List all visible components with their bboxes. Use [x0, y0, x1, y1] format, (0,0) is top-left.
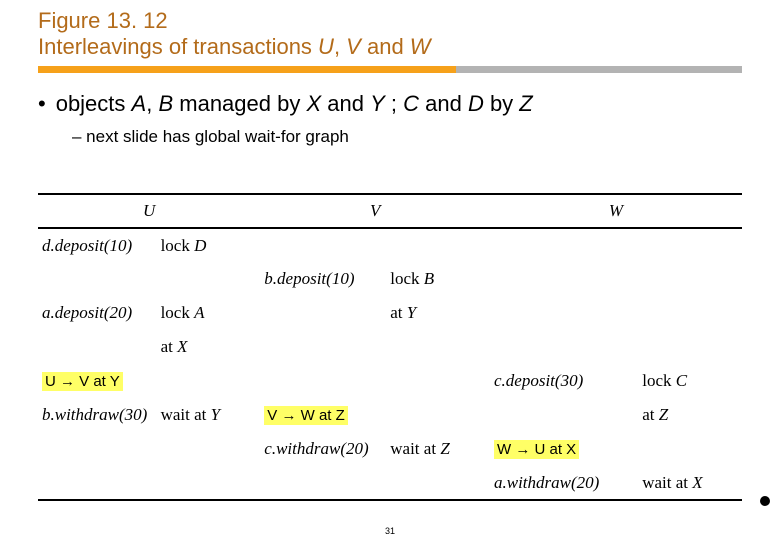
bullet-by: by — [484, 91, 519, 116]
title-block: Figure 13. 12 Interleavings of transacti… — [38, 8, 742, 60]
cell: lock C — [638, 364, 742, 398]
table-header-row: U V W — [38, 194, 742, 228]
bullet-and2: and — [419, 91, 468, 116]
cell: at X — [157, 330, 261, 364]
table-row: b.deposit(10) lock B — [38, 262, 742, 296]
cell: U → V at Y — [38, 364, 157, 398]
at-obj: Z — [659, 405, 668, 424]
table-row: U → V at Y c.deposit(30) lock C — [38, 364, 742, 398]
bullet-dot-icon: • — [38, 93, 46, 115]
bullet-b: B — [158, 91, 173, 116]
bullet-c1: , — [146, 91, 158, 116]
wait-for-highlight: W → U at X — [494, 440, 579, 459]
at-text: at — [161, 337, 178, 356]
lock-obj: C — [676, 371, 687, 390]
bullet-a: A — [132, 91, 147, 116]
header-u: U — [38, 194, 260, 228]
cell: lock D — [157, 228, 261, 262]
title-v: V — [346, 34, 361, 59]
figure-title: Interleavings of transactions U, V and W — [38, 34, 742, 60]
bullet-z: Z — [519, 91, 532, 116]
bullet-pre: objects — [56, 91, 132, 116]
lock-text: lock — [642, 371, 676, 390]
cell: b.withdraw(30) — [38, 398, 157, 432]
title-sep: , — [334, 34, 346, 59]
cell: W → U at X — [490, 432, 638, 466]
cell: b.deposit(10) — [260, 262, 386, 296]
wait-obj: X — [692, 473, 702, 492]
table-row: d.deposit(10) lock D — [38, 228, 742, 262]
bullet-d: D — [468, 91, 484, 116]
lock-text: lock — [161, 236, 195, 255]
table-row: a.withdraw(20) wait at X — [38, 466, 742, 500]
cell: wait at Z — [386, 432, 490, 466]
cell: lock B — [386, 262, 490, 296]
lock-obj: D — [194, 236, 206, 255]
header-w: W — [490, 194, 742, 228]
title-and: and — [361, 34, 410, 59]
corner-dot-icon — [760, 496, 770, 506]
bullet-sc: ; — [385, 91, 403, 116]
table-row: at X — [38, 330, 742, 364]
at-obj: X — [177, 337, 187, 356]
title-w: W — [410, 34, 431, 59]
interleaving-table: U V W d.deposit(10) lock D b.deposit(10)… — [38, 193, 742, 501]
cell: d.deposit(10) — [38, 228, 157, 262]
bullet-y: Y — [370, 91, 385, 116]
wait-for-highlight: U → V at Y — [42, 372, 123, 391]
table-row: c.withdraw(20) wait at Z W → U at X — [38, 432, 742, 466]
bullet-sub: – next slide has global wait-for graph — [72, 127, 742, 147]
wait-obj: Y — [211, 405, 220, 424]
rule-gray — [456, 66, 742, 73]
at-text: at — [642, 405, 659, 424]
at-obj: Y — [407, 303, 416, 322]
cell: c.withdraw(20) — [260, 432, 386, 466]
cell: at Z — [638, 398, 742, 432]
table-row: a.deposit(20) lock A at Y — [38, 296, 742, 330]
cell: a.deposit(20) — [38, 296, 157, 330]
cell: at Y — [386, 296, 490, 330]
title-rule — [38, 66, 742, 73]
figure-number: Figure 13. 12 — [38, 8, 742, 34]
table-row: b.withdraw(30) wait at Y V → W at Z at Z — [38, 398, 742, 432]
bullet-and1: and — [321, 91, 370, 116]
at-text: at — [390, 303, 407, 322]
cell: a.withdraw(20) — [490, 466, 638, 500]
cell: c.deposit(30) — [490, 364, 638, 398]
cell: wait at Y — [157, 398, 261, 432]
lock-obj: B — [424, 269, 434, 288]
title-u: U — [318, 34, 334, 59]
cell: wait at X — [638, 466, 742, 500]
bullet-main: • objects A, B managed by X and Y ; C an… — [38, 91, 742, 117]
bullet-x: X — [306, 91, 321, 116]
wait-text: wait at — [642, 473, 692, 492]
lock-obj: A — [194, 303, 204, 322]
wait-for-highlight: V → W at Z — [264, 406, 348, 425]
bullet-mid: managed by — [173, 91, 306, 116]
header-v: V — [260, 194, 490, 228]
title-text: Interleavings of transactions — [38, 34, 318, 59]
page-number: 31 — [385, 526, 395, 536]
lock-text: lock — [161, 303, 195, 322]
rule-orange — [38, 66, 456, 73]
lock-text: lock — [390, 269, 424, 288]
cell: lock A — [157, 296, 261, 330]
wait-obj: Z — [440, 439, 449, 458]
bullet-c: C — [403, 91, 419, 116]
wait-text: wait at — [390, 439, 440, 458]
cell: V → W at Z — [260, 398, 386, 432]
wait-text: wait at — [161, 405, 211, 424]
